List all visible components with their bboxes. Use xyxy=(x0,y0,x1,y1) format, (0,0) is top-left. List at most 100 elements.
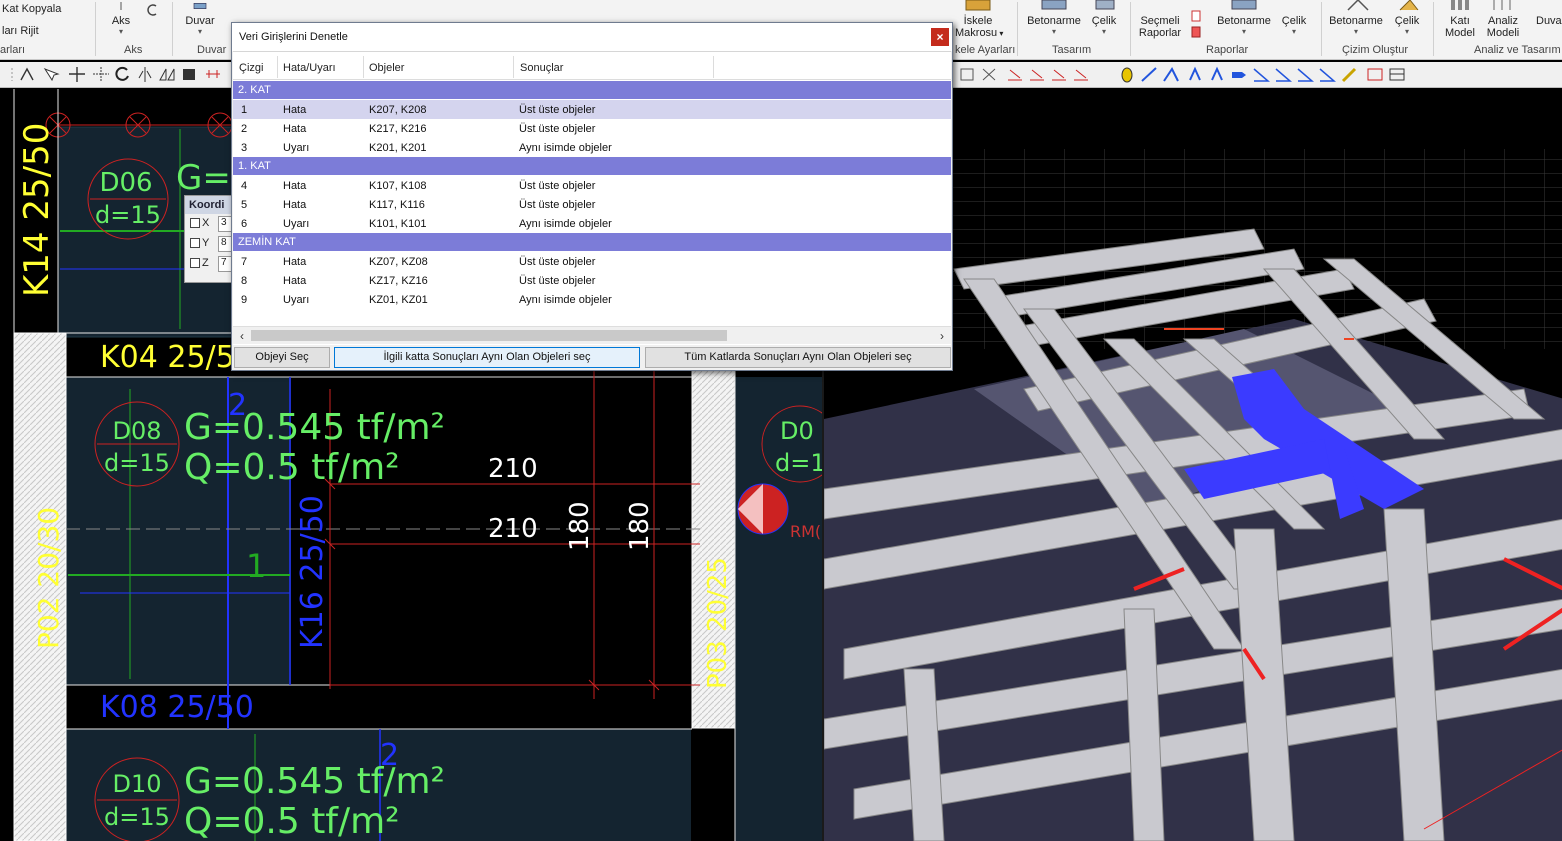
close-icon[interactable]: × xyxy=(931,28,949,46)
table-row[interactable]: 5 Hata K117, K116 Üst üste objeler xyxy=(233,195,951,214)
duvar-button[interactable]: Duvar ▾ xyxy=(183,2,217,36)
cizim-celik-icon xyxy=(1399,0,1419,11)
section-icon[interactable] xyxy=(1140,66,1158,83)
cell-result: Üst üste objeler xyxy=(519,199,596,211)
extend-icon[interactable] xyxy=(958,66,976,83)
group-duvar: Duvar xyxy=(197,44,227,56)
angle-icon[interactable] xyxy=(1252,66,1270,83)
report-icon[interactable] xyxy=(1190,10,1202,22)
duvar-right-label: Duva xyxy=(1536,15,1562,27)
secmeli-raporlar-button[interactable]: Seçmeli Raporlar xyxy=(1136,15,1184,39)
scroll-right-icon[interactable]: › xyxy=(934,328,950,344)
cell-result: Üst üste objeler xyxy=(519,123,596,135)
rijit-button[interactable]: ları Rijit xyxy=(2,25,39,37)
triangle-tool-icon[interactable] xyxy=(18,66,36,83)
angle3-icon[interactable] xyxy=(1296,66,1314,83)
d10-load-g: G=0.545 tf/m² xyxy=(184,761,445,802)
rotate-icon[interactable] xyxy=(114,66,132,83)
angle2-icon[interactable] xyxy=(1274,66,1292,83)
cell-objects: K201, K201 xyxy=(369,142,427,154)
iskele-makrosu-button[interactable]: İskele Makrosu ▾ xyxy=(955,15,1003,40)
table-row[interactable]: 8 Hata KZ17, KZ16 Üst üste objeler xyxy=(233,271,951,290)
k04-beam-label: K04 25/5 xyxy=(100,340,235,375)
duvar-right-button[interactable]: Duva xyxy=(1536,15,1562,27)
stretch-icon[interactable] xyxy=(158,66,176,83)
col-header-hata-uyari[interactable]: Hata/Uyarı xyxy=(283,62,336,74)
select-object-button[interactable]: Objeyi Seç xyxy=(234,347,330,368)
coord-x-input[interactable]: 3 xyxy=(218,216,232,232)
coord-x-checkbox[interactable] xyxy=(190,218,200,228)
rapor-celik-button[interactable]: Çelik ▾ xyxy=(1278,15,1310,36)
tag-icon[interactable] xyxy=(1230,66,1248,83)
measure-icon[interactable] xyxy=(204,66,222,83)
scroll-left-icon[interactable]: ‹ xyxy=(234,328,250,344)
kati-model-button[interactable]: Katı Model xyxy=(1440,15,1480,39)
analiz-modeli-button[interactable]: Analiz Modeli xyxy=(1483,15,1523,39)
cell-error-type: Hata xyxy=(283,256,307,268)
p03-column-label: P03 20/25 xyxy=(703,557,733,689)
scroll-thumb[interactable] xyxy=(251,330,727,341)
move-icon[interactable] xyxy=(68,66,86,83)
dim-z-icon[interactable] xyxy=(1028,66,1046,83)
group-header-row[interactable]: 1. KAT xyxy=(233,157,951,175)
dim-x-icon[interactable] xyxy=(1006,66,1024,83)
horizontal-scrollbar[interactable]: ‹ › xyxy=(233,326,951,344)
aks-button[interactable]: Aks ▾ xyxy=(106,2,136,36)
layer-icon[interactable] xyxy=(1118,66,1136,83)
axis-2-lower: 2 xyxy=(380,738,399,773)
coord-z-checkbox[interactable] xyxy=(190,258,200,268)
angle4-icon[interactable] xyxy=(1318,66,1336,83)
pencil-icon[interactable] xyxy=(1340,66,1358,83)
col-header-sonuclar[interactable]: Sonuçlar xyxy=(520,62,563,74)
kat-kopyala-button[interactable]: Kat Kopyala xyxy=(2,3,61,15)
tasarim-celik-button[interactable]: Çelik ▾ xyxy=(1088,15,1120,36)
group-header-row[interactable]: ZEMİN KAT xyxy=(233,233,951,251)
cizim-betonarme-button[interactable]: Betonarme ▾ xyxy=(1326,15,1386,36)
table-red-icon[interactable] xyxy=(1366,66,1384,83)
table-row[interactable]: 2 Hata K217, K216 Üst üste objeler xyxy=(233,119,951,138)
cell-result: Aynı isimde objeler xyxy=(519,294,612,306)
d09-thickness: d=1 xyxy=(775,449,822,477)
coord-y-input[interactable]: 8 xyxy=(218,236,232,252)
betonarme-design-icon xyxy=(1041,0,1067,10)
betonarme-2-dropdown-icon: ▾ xyxy=(1241,27,1246,36)
coord-y-checkbox[interactable] xyxy=(190,238,200,248)
coord-z-input[interactable]: 7 xyxy=(218,256,232,272)
tasarim-betonarme-button[interactable]: Betonarme ▾ xyxy=(1024,15,1084,36)
text-icon[interactable] xyxy=(1186,66,1204,83)
group-header-row[interactable]: 2. KAT xyxy=(233,81,951,99)
rijit-label: ları Rijit xyxy=(2,25,39,37)
mirror-icon[interactable] xyxy=(136,66,154,83)
dialog-titlebar[interactable]: Veri Girişlerini Denetle × xyxy=(232,23,952,51)
trim-icon[interactable] xyxy=(180,66,198,83)
d08-load-q: Q=0.5 tf/m² xyxy=(184,447,400,488)
results-grid[interactable]: Çizgi Hata/Uyarı Objeler Sonuçlar 2. KAT… xyxy=(233,51,951,345)
ribbon-separator xyxy=(172,2,173,56)
betonarme-3-label: Betonarme xyxy=(1329,15,1383,27)
table-row[interactable]: 4 Hata K107, K108 Üst üste objeler xyxy=(233,176,951,195)
select-all-floors-button[interactable]: Tüm Katlarda Sonuçları Aynı Olan Objeler… xyxy=(645,347,951,368)
dim-aligned-icon[interactable] xyxy=(1050,66,1068,83)
undo-arc-icon[interactable] xyxy=(144,2,160,18)
copy-move-icon[interactable] xyxy=(92,66,110,83)
select-window-icon[interactable] xyxy=(42,66,60,83)
cell-line-no: 1 xyxy=(241,104,248,116)
cell-line-no: 5 xyxy=(241,199,248,211)
dim-radius-icon[interactable] xyxy=(1072,66,1090,83)
rapor-betonarme-button[interactable]: Betonarme ▾ xyxy=(1214,15,1274,36)
table-row[interactable]: 1 Hata K207, K208 Üst üste objeler xyxy=(233,100,951,119)
table-row[interactable]: 6 Uyarı K101, K101 Aynı isimde objeler xyxy=(233,214,951,233)
table-row[interactable]: 3 Uyarı K201, K201 Aynı isimde objeler xyxy=(233,138,951,157)
col-header-cizgi[interactable]: Çizgi xyxy=(239,62,263,74)
table-icon[interactable] xyxy=(1388,66,1406,83)
pdf-report-icon[interactable] xyxy=(1190,26,1202,38)
table-row[interactable]: 7 Hata KZ07, KZ08 Üst üste objeler xyxy=(233,252,951,271)
iskele-label: İskele xyxy=(963,15,993,27)
offset-icon[interactable] xyxy=(980,66,998,83)
cizim-celik-button[interactable]: Çelik ▾ xyxy=(1391,15,1423,36)
table-row[interactable]: 9 Uyarı KZ01, KZ01 Aynı isimde objeler xyxy=(233,290,951,309)
col-header-objeler[interactable]: Objeler xyxy=(369,62,404,74)
leader-icon[interactable] xyxy=(1208,66,1226,83)
hatch-icon[interactable] xyxy=(1162,66,1180,83)
select-same-floor-button[interactable]: İlgili katta Sonuçları Aynı Olan Objeler… xyxy=(334,347,640,368)
